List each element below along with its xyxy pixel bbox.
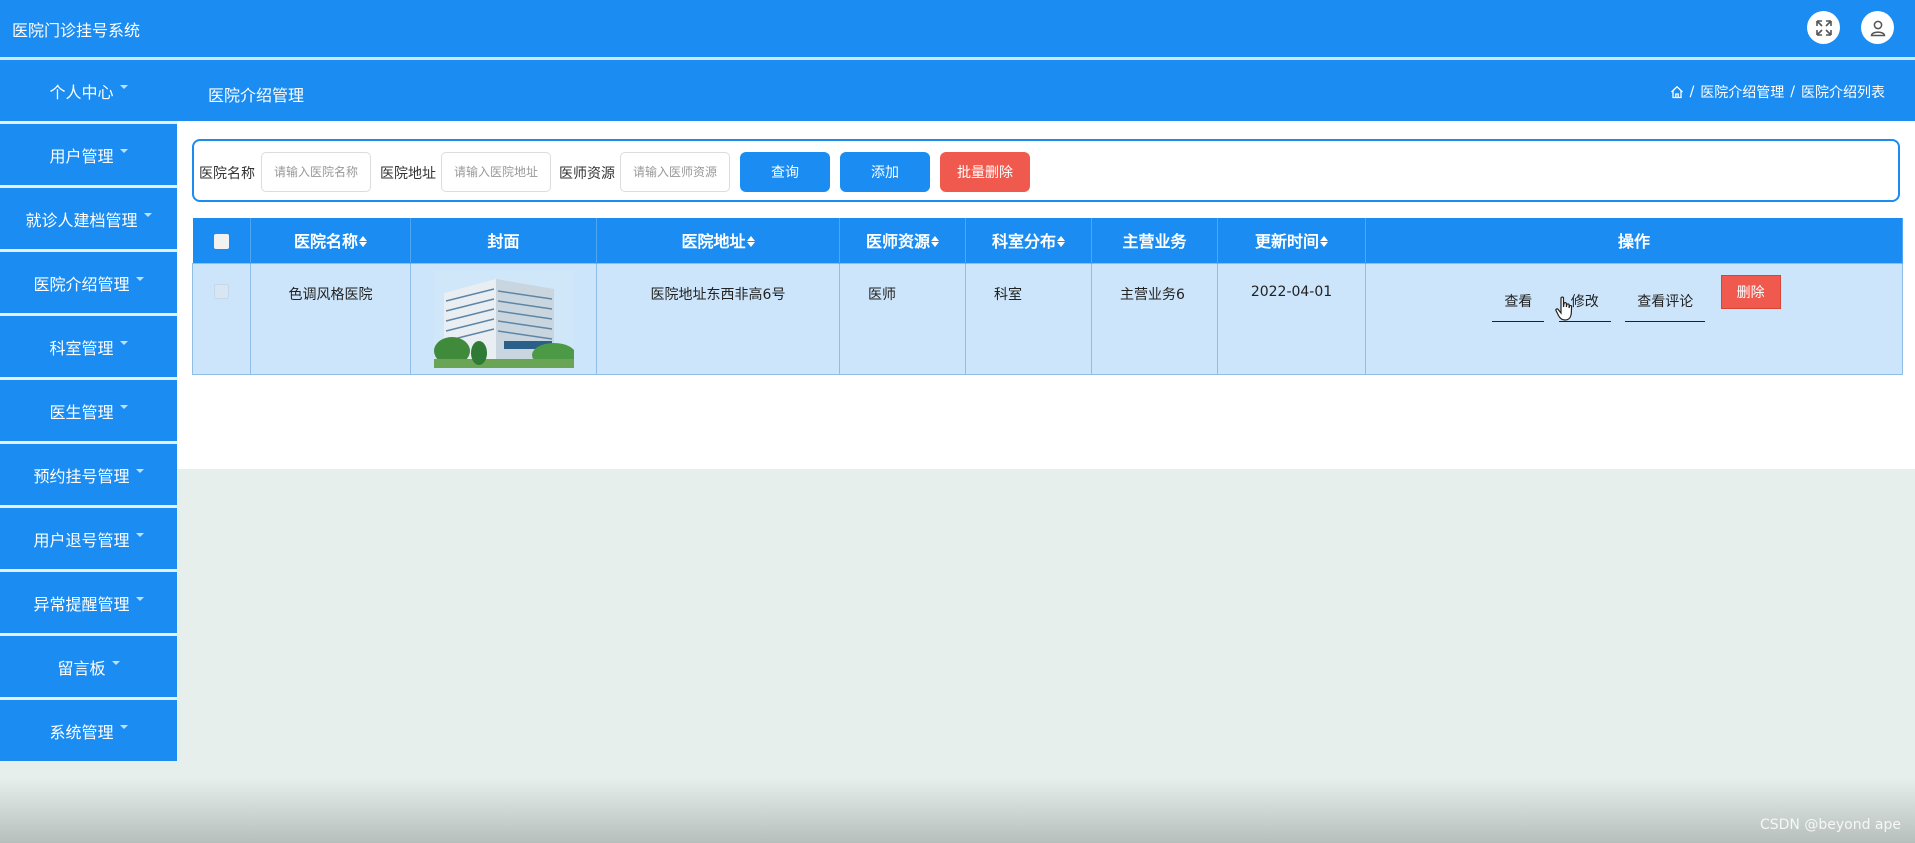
actions-cell: 查看 修改 查看评论 删除 (1365, 262, 1903, 375)
bottom-shade (0, 778, 1915, 843)
hospital-table: 医院名称 封面 医院地址 医师资源 科室分布 主营业务 更新时间 操作 色调风格… (192, 218, 1903, 375)
main-content: 医院名称 医院地址 医师资源 查询 添加 批量删除 医院名称 封面 医院地址 医… (177, 121, 1915, 469)
top-bar: 医院门诊挂号系统 (0, 0, 1915, 57)
sort-icon[interactable] (1057, 236, 1065, 248)
hospital-name-cell: 色调风格医院 (250, 262, 411, 375)
user-button[interactable] (1861, 11, 1894, 44)
hospital-name-input[interactable] (261, 152, 371, 192)
sidebar-item-label: 预约挂号管理 (33, 466, 130, 486)
breadcrumb: / 医院介绍管理 / 医院介绍列表 (1670, 82, 1885, 102)
hospital-address-cell: 医院地址东西非高6号 (596, 262, 840, 375)
column-header: 操作 (1365, 218, 1903, 263)
select-all-checkbox[interactable] (213, 233, 229, 249)
caret-down-icon (135, 532, 144, 537)
caret-down-icon (135, 468, 144, 473)
sidebar-item-system[interactable]: 系统管理 (0, 700, 177, 761)
doctor-resource-label: 医师资源 (559, 166, 615, 182)
select-all-cell (192, 218, 251, 263)
sort-icon[interactable] (746, 236, 755, 248)
sidebar-item-label: 用户退号管理 (33, 530, 130, 550)
caret-down-icon (143, 212, 152, 217)
watermark: CSDN @beyond ape (1759, 817, 1901, 833)
caret-down-icon (135, 596, 144, 601)
sidebar-item-label: 用户管理 (49, 146, 114, 166)
caret-down-icon (135, 276, 144, 281)
breadcrumb-level1[interactable]: 医院介绍管理 (1700, 82, 1784, 102)
sidebar-item-user-management[interactable]: 用户管理 (0, 124, 177, 185)
sort-icon[interactable] (931, 236, 939, 248)
add-button[interactable]: 添加 (840, 152, 930, 192)
caret-down-icon (111, 660, 120, 665)
updated-time-cell: 2022-04-01 (1217, 262, 1366, 375)
sidebar-item-personal-center[interactable]: 个人中心 (0, 60, 177, 121)
sidebar-item-appointment[interactable]: 预约挂号管理 (0, 444, 177, 505)
sidebar-item-cancellation[interactable]: 用户退号管理 (0, 508, 177, 569)
delete-button[interactable]: 删除 (1720, 274, 1781, 309)
column-header[interactable]: 科室分布 (965, 218, 1092, 263)
department-cell: 科室 (965, 262, 1092, 375)
sidebar-item-message-board[interactable]: 留言板 (0, 636, 177, 697)
batch-delete-button[interactable]: 批量删除 (940, 152, 1030, 192)
app-title: 医院门诊挂号系统 (12, 21, 141, 40)
sidebar-item-label: 科室管理 (49, 338, 114, 358)
caret-down-icon (119, 84, 128, 89)
column-header[interactable]: 医院地址 (596, 218, 840, 263)
hospital-building-icon (433, 270, 574, 368)
caret-down-icon (119, 724, 128, 729)
caret-down-icon (119, 148, 128, 153)
hospital-name-label: 医院名称 (199, 166, 255, 182)
sidebar-item-label: 就诊人建档管理 (25, 210, 138, 230)
sidebar-item-patient-records[interactable]: 就诊人建档管理 (0, 188, 177, 249)
column-header[interactable]: 医院名称 (250, 218, 411, 263)
column-header[interactable]: 医师资源 (839, 218, 966, 263)
user-icon (1870, 20, 1885, 36)
caret-down-icon (119, 404, 128, 409)
doctor-resource-input[interactable] (620, 152, 730, 192)
fullscreen-icon (1815, 19, 1832, 36)
breadcrumb-separator: / (1689, 84, 1695, 100)
sidebar-item-label: 个人中心 (49, 82, 114, 102)
sidebar-item-label: 异常提醒管理 (33, 594, 130, 614)
business-cell: 主营业务6 (1091, 262, 1218, 375)
column-header[interactable]: 更新时间 (1217, 218, 1366, 263)
sidebar-item-department[interactable]: 科室管理 (0, 316, 177, 377)
cover-cell (410, 262, 597, 375)
sidebar-item-label: 医院介绍管理 (33, 274, 130, 294)
sidebar-item-doctor[interactable]: 医生管理 (0, 380, 177, 441)
page-header: 医院介绍管理 / 医院介绍管理 / 医院介绍列表 (177, 60, 1915, 121)
search-panel: 医院名称 医院地址 医师资源 查询 添加 批量删除 (192, 139, 1900, 202)
query-button[interactable]: 查询 (740, 152, 830, 192)
sort-icon[interactable] (359, 236, 367, 248)
hospital-address-label: 医院地址 (380, 166, 436, 182)
sidebar-item-label: 留言板 (57, 658, 106, 678)
home-icon[interactable] (1670, 85, 1684, 99)
breadcrumb-separator: / (1790, 84, 1795, 100)
caret-down-icon (119, 340, 128, 345)
column-header: 封面 (410, 218, 597, 263)
doctor-resource-cell: 医师 (839, 262, 966, 375)
sort-icon[interactable] (1320, 236, 1328, 248)
table-header-row: 医院名称 封面 医院地址 医师资源 科室分布 主营业务 更新时间 操作 (192, 218, 1903, 263)
sidebar-item-label: 医生管理 (49, 402, 114, 422)
sidebar-item-hospital-intro[interactable]: 医院介绍管理 (0, 252, 177, 313)
view-button[interactable]: 查看 (1492, 291, 1545, 322)
row-checkbox[interactable] (214, 284, 229, 299)
breadcrumb-level2: 医院介绍列表 (1801, 85, 1885, 101)
hand-cursor-icon (1555, 296, 1573, 321)
column-header: 主营业务 (1091, 218, 1218, 263)
hospital-cover-image[interactable] (433, 270, 574, 368)
page-title: 医院介绍管理 (208, 86, 305, 105)
table-row: 色调风格医院 医院地址东西非高6号 医师 科室 主营业务6 2022-04-01… (192, 262, 1903, 375)
sidebar: 个人中心 用户管理 就诊人建档管理 医院介绍管理 科室管理 医生管理 预约挂号管… (0, 60, 177, 764)
row-select-cell (192, 262, 251, 375)
fullscreen-button[interactable] (1807, 11, 1840, 44)
sidebar-item-anomaly-alert[interactable]: 异常提醒管理 (0, 572, 177, 633)
hospital-address-input[interactable] (441, 152, 551, 192)
view-comments-button[interactable]: 查看评论 (1625, 291, 1706, 322)
sidebar-item-label: 系统管理 (49, 722, 114, 742)
